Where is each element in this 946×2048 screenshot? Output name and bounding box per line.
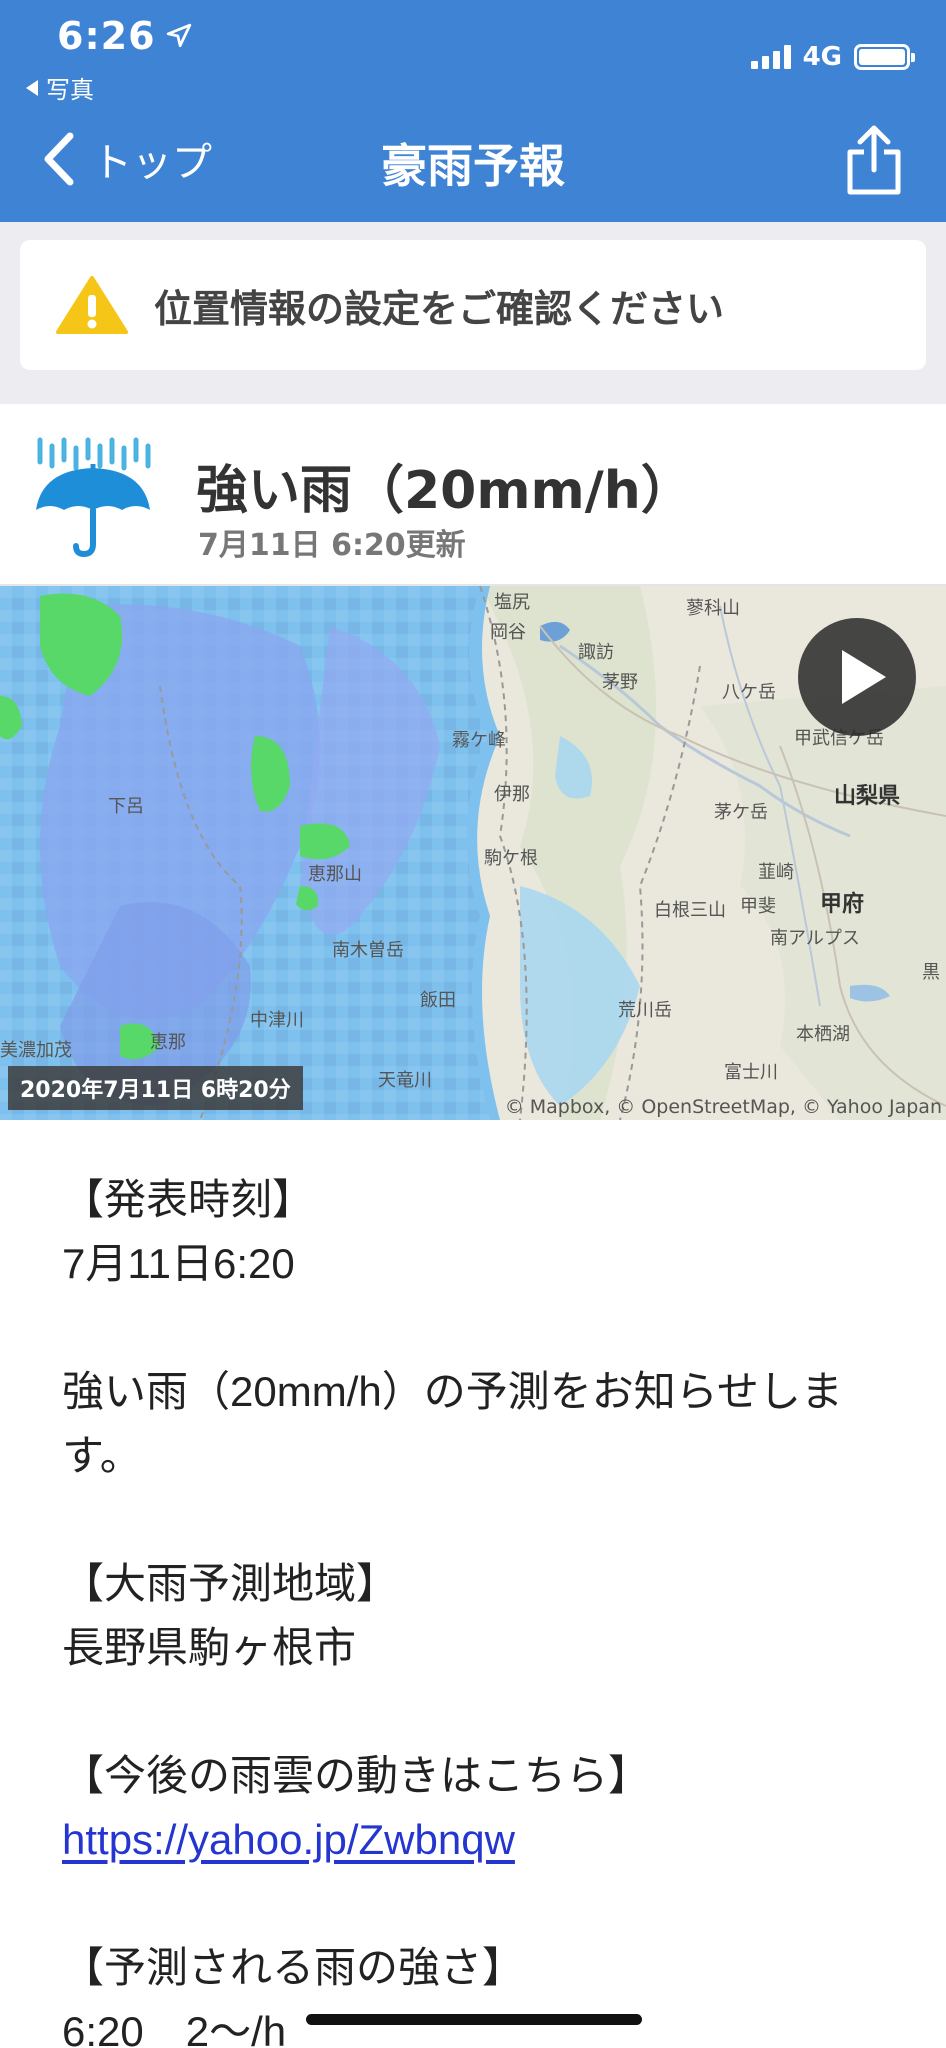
map-label: 南アルプス — [770, 928, 860, 949]
map-label: 黒 — [922, 962, 940, 983]
map-label: 駒ケ根 — [484, 848, 538, 869]
map-label: 茅野 — [602, 672, 638, 693]
back-triangle-icon — [26, 79, 38, 96]
back-button-label: トップ — [92, 140, 212, 186]
map-label: 甲斐 — [740, 896, 776, 917]
cellular-signal-icon — [750, 45, 791, 69]
map-timestamp: 2020年7月11日 6時20分 — [8, 1066, 303, 1110]
share-icon[interactable] — [844, 124, 904, 196]
map-label: 八ケ岳 — [722, 682, 776, 703]
map-label: 荒川岳 — [618, 1000, 672, 1021]
forecast-body: 【発表時刻】 7月11日6:20 強い雨（20mm/h）の予測をお知らせします。… — [62, 1168, 912, 2048]
alert-title: 強い雨（20mm/h） — [196, 461, 693, 521]
map-label: 白根三山 — [654, 900, 726, 921]
map-label: 下呂 — [108, 796, 144, 817]
location-arrow-icon — [166, 23, 191, 48]
map-label: 岡谷 — [490, 622, 526, 643]
map-label: 恵那山 — [308, 864, 362, 885]
play-animation-button[interactable] — [798, 618, 916, 736]
warning-icon — [56, 276, 128, 334]
issued-heading: 【発表時刻】 — [62, 1176, 315, 1223]
back-to-app-label: 写真 — [46, 76, 94, 104]
umbrella-rain-icon — [36, 437, 151, 558]
back-button[interactable]: トップ — [40, 130, 212, 188]
intensity-heading: 【予測される雨の強さ】 — [62, 1944, 525, 1991]
location-settings-notice[interactable]: 位置情報の設定をご確認ください — [20, 240, 926, 370]
issued-value: 7月11日6:20 — [62, 1240, 295, 1287]
map-label: 美濃加茂 — [0, 1040, 72, 1061]
map-label: 南木曽岳 — [332, 940, 404, 961]
back-to-app-button[interactable]: 写真 — [26, 70, 94, 105]
status-indicators: 4G — [750, 42, 915, 72]
alert-header: 強い雨（20mm/h） 7月11日 6:20更新 — [0, 404, 946, 586]
home-indicator[interactable] — [306, 2014, 642, 2025]
map-label: 塩尻 — [494, 592, 530, 613]
map-label: 山梨県 — [834, 784, 901, 809]
area-value: 長野県駒ヶ根市 — [62, 1624, 357, 1671]
alert-updated-time: 7月11日 6:20更新 — [198, 528, 466, 563]
map-label: 飯田 — [420, 990, 456, 1011]
link-heading: 【今後の雨雲の動きはこちら】 — [62, 1752, 651, 1799]
app-header: 6:26 写真 4G トップ 豪雨予報 — [0, 0, 946, 222]
map-label: 甲府 — [820, 892, 865, 917]
chevron-left-icon — [44, 132, 74, 186]
rain-radar-map[interactable]: 塩尻 岡谷 諏訪 茅野 霧ケ峰 蓼科山 八ケ岳 甲武信ケ岳 伊那 山梨県 茅ケ岳… — [0, 586, 946, 1120]
map-label: 蓼科山 — [686, 598, 740, 619]
map-label: 韮崎 — [758, 862, 794, 883]
map-attribution: © Mapbox, © OpenStreetMap, © Yahoo Japan — [504, 1096, 942, 1118]
map-label: 伊那 — [494, 784, 530, 805]
map-label: 諏訪 — [578, 642, 614, 663]
map-label: 中津川 — [250, 1010, 304, 1031]
network-type: 4G — [802, 42, 842, 72]
notice-text: 位置情報の設定をご確認ください — [154, 286, 725, 331]
map-label: 霧ケ峰 — [452, 730, 506, 751]
area-heading: 【大雨予測地域】 — [62, 1560, 399, 1607]
map-label: 天竜川 — [378, 1070, 432, 1091]
map-label: 恵那 — [150, 1032, 186, 1053]
map-label: 本栖湖 — [796, 1024, 850, 1045]
rain-cloud-link[interactable]: https://yahoo.jp/Zwbnqw — [62, 1816, 515, 1863]
notice-section: 位置情報の設定をご確認ください — [0, 222, 946, 404]
battery-icon — [854, 44, 915, 70]
map-label: 富士川 — [724, 1062, 778, 1083]
forecast-message: 強い雨（20mm/h）の予測をお知らせします。 — [62, 1368, 843, 1479]
map-label: 茅ケ岳 — [714, 802, 768, 823]
status-time: 6:26 — [57, 14, 192, 58]
